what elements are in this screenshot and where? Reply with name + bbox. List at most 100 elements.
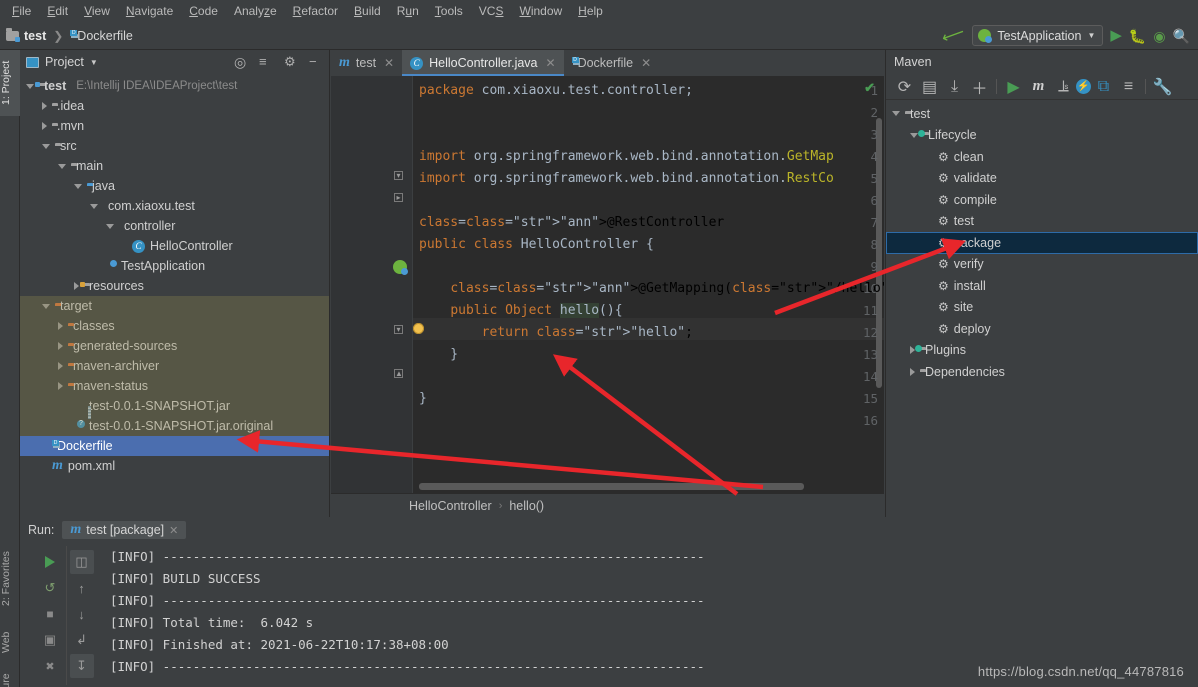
menu-item-vcs[interactable]: VCS xyxy=(471,2,512,20)
tree-item-maven-status[interactable]: maven-status xyxy=(20,376,329,396)
tree-item-resources[interactable]: resources xyxy=(20,276,329,296)
tool-window-button-favorites[interactable]: 2: Favorites xyxy=(0,540,20,618)
close-icon[interactable]: ✕ xyxy=(169,524,178,537)
toggle-tasks-button[interactable]: ◫ xyxy=(69,550,94,574)
chevron-right-icon[interactable] xyxy=(42,122,47,130)
collapse-all-icon[interactable]: ≡ xyxy=(259,55,273,69)
chevron-right-icon[interactable] xyxy=(58,382,63,390)
expand-collapse-icon[interactable]: ≡ xyxy=(1116,76,1141,98)
tool-window-button-structure[interactable]: Structure xyxy=(0,664,20,687)
code-line[interactable]: public Object hello(){ xyxy=(419,300,623,322)
gear-icon[interactable]: ⚙ xyxy=(284,55,298,69)
menu-item-analyze[interactable]: Analyze xyxy=(226,2,285,20)
debug-button[interactable]: 🐛 xyxy=(1129,29,1146,43)
download-sources-icon[interactable]: ⤓ xyxy=(942,76,967,98)
editor-tab-dockerfile[interactable]: Dockerfile ✕ xyxy=(564,50,660,76)
tree-item-src[interactable]: src xyxy=(20,136,329,156)
execute-maven-goal-icon[interactable]: m xyxy=(1026,76,1051,98)
maven-item-lifecycle[interactable]: Lifecycle xyxy=(886,125,1198,147)
scroll-up-button[interactable]: ↑ xyxy=(70,576,94,600)
rerun-button[interactable] xyxy=(38,550,62,574)
chevron-down-icon[interactable] xyxy=(42,143,50,149)
run-tab[interactable]: m test [package] ✕ xyxy=(62,521,187,539)
tree-item-classes[interactable]: classes xyxy=(20,316,329,336)
scroll-to-end-button[interactable]: ↧ xyxy=(69,654,94,678)
maven-item-compile[interactable]: ⚙ compile xyxy=(886,189,1198,211)
project-view-chevron-down-icon[interactable]: ▼ xyxy=(90,58,98,67)
build-hammer-icon[interactable]: ⟵ xyxy=(940,23,967,47)
chevron-right-icon[interactable] xyxy=(910,367,915,376)
close-icon[interactable]: ✕ xyxy=(384,56,394,70)
tree-item-test[interactable]: test E:\Intellij IDEA\IDEAProject\test xyxy=(20,76,329,96)
tree-item-testapplication[interactable]: TestApplication xyxy=(20,256,329,276)
code-line[interactable]: package com.xiaoxu.test.controller; xyxy=(419,80,693,102)
breadcrumb-item-project[interactable]: test xyxy=(6,27,46,43)
breadcrumb-method[interactable]: hello() xyxy=(509,499,544,513)
code-folding-column[interactable] xyxy=(391,76,413,493)
chevron-right-icon[interactable] xyxy=(42,102,47,110)
run-maven-build-icon[interactable]: ▶ xyxy=(1001,76,1026,98)
tree-item-test-0-0-1-snapshot-jar[interactable]: test-0.0.1-SNAPSHOT.jar xyxy=(20,396,329,416)
fold-region-icon[interactable]: ▾ xyxy=(394,325,403,334)
soft-wrap-button[interactable]: ↲ xyxy=(70,628,94,652)
code-line[interactable]: public class HelloController { xyxy=(419,234,654,256)
chevron-right-icon[interactable] xyxy=(58,362,63,370)
menu-item-tools[interactable]: Tools xyxy=(427,2,471,20)
tree-item-generated-sources[interactable]: generated-sources xyxy=(20,336,329,356)
dump-threads-button[interactable]: ✖ xyxy=(38,654,62,678)
chevron-right-icon[interactable] xyxy=(58,342,63,350)
spring-gutter-run-icon[interactable] xyxy=(393,260,408,275)
stop-button[interactable]: ■ xyxy=(38,602,62,626)
maven-settings-icon[interactable]: 🔧 xyxy=(1150,76,1175,98)
tree-item-hellocontroller[interactable]: C HelloController xyxy=(20,236,329,256)
code-line[interactable]: return class="str">"hello"; xyxy=(419,322,693,344)
tree-item-maven-archiver[interactable]: maven-archiver xyxy=(20,356,329,376)
screenshot-button[interactable]: ▣ xyxy=(38,628,62,652)
scroll-down-button[interactable]: ↓ xyxy=(70,602,94,626)
menu-item-window[interactable]: Window xyxy=(511,2,570,20)
menu-item-edit[interactable]: Edit xyxy=(39,2,76,20)
editor-tab-test[interactable]: m test ✕ xyxy=(331,50,402,76)
run-button[interactable]: ▶ xyxy=(1110,28,1122,43)
hide-panel-icon[interactable]: − xyxy=(309,55,323,69)
maven-item-site[interactable]: ⚙ site xyxy=(886,297,1198,319)
project-tree[interactable]: test E:\Intellij IDEA\IDEAProject\test .id… xyxy=(20,74,329,517)
tree-item-test-0-0-1-snapshot-jar-original[interactable]: test-0.0.1-SNAPSHOT.jar.original xyxy=(20,416,329,436)
tree-item-target[interactable]: target xyxy=(20,296,329,316)
menu-item-navigate[interactable]: Navigate xyxy=(118,2,181,20)
fold-region-icon[interactable]: ▾ xyxy=(394,171,403,180)
menu-item-run[interactable]: Run xyxy=(389,2,427,20)
tree-item-mvn[interactable]: .mvn xyxy=(20,116,329,136)
show-dependencies-icon[interactable]: ⧉ xyxy=(1091,76,1116,98)
maven-item-plugins[interactable]: Plugins xyxy=(886,340,1198,362)
menu-item-help[interactable]: Help xyxy=(570,2,611,20)
run-configuration-selector[interactable]: TestApplication ▼ xyxy=(972,25,1104,46)
tree-item-main[interactable]: main xyxy=(20,156,329,176)
tree-item-dockerfile[interactable]: Dockerfile xyxy=(20,436,329,456)
maven-item-test[interactable]: test xyxy=(886,103,1198,125)
tree-item-java[interactable]: java xyxy=(20,176,329,196)
close-icon[interactable]: ✕ xyxy=(641,56,651,70)
chevron-down-icon[interactable] xyxy=(90,203,98,209)
chevron-down-icon[interactable] xyxy=(106,223,114,229)
fold-region-icon[interactable]: ▲ xyxy=(394,369,403,378)
breadcrumb-item-dockerfile[interactable]: Dockerfile xyxy=(70,29,133,43)
close-icon[interactable]: ✕ xyxy=(546,56,556,70)
menu-item-build[interactable]: Build xyxy=(346,2,389,20)
tree-item-controller[interactable]: controller xyxy=(20,216,329,236)
maven-item-verify[interactable]: ⚙ verify xyxy=(886,254,1198,276)
tool-window-button-project[interactable]: 1: Project xyxy=(0,50,20,116)
chevron-down-icon[interactable] xyxy=(910,132,918,138)
maven-item-deploy[interactable]: ⚙ deploy xyxy=(886,318,1198,340)
code-line[interactable]: import org.springframework.web.bind.anno… xyxy=(419,168,834,190)
search-everywhere-icon[interactable]: 🔍 xyxy=(1173,29,1190,43)
chevron-right-icon[interactable] xyxy=(74,282,79,290)
maven-tree[interactable]: test Lifecycle ⚙ clean ⚙ validate ⚙ compile ⚙ tes… xyxy=(886,100,1198,517)
menu-item-view[interactable]: View xyxy=(76,2,118,20)
tree-item-pom-xml[interactable]: m pom.xml xyxy=(20,456,329,476)
maven-item-test[interactable]: ⚙ test xyxy=(886,211,1198,233)
chevron-down-icon[interactable] xyxy=(26,83,34,89)
fold-region-icon[interactable]: ▸ xyxy=(394,193,403,202)
maven-item-package[interactable]: ⚙ package xyxy=(886,232,1198,254)
tool-window-button-web[interactable]: Web xyxy=(0,622,20,662)
